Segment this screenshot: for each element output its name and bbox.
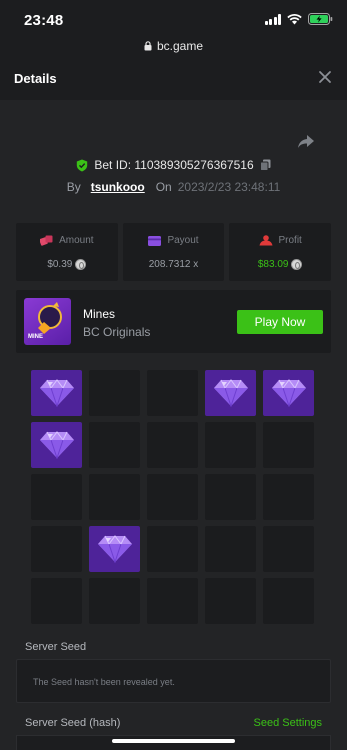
coin-icon	[75, 259, 87, 270]
mine-tile	[263, 526, 314, 572]
profit-card: Profit $83.09	[229, 223, 332, 281]
server-seed-hash-label: Server Seed (hash)	[25, 717, 121, 729]
mine-tile	[147, 526, 198, 572]
mine-tile	[31, 526, 82, 572]
chips-icon	[40, 235, 53, 246]
close-icon	[319, 71, 331, 83]
mine-tile	[147, 370, 198, 416]
seed-settings-link[interactable]: Seed Settings	[254, 717, 323, 729]
home-indicator[interactable]	[112, 739, 235, 743]
mine-tile-gem	[31, 370, 82, 416]
payout-label: Payout	[167, 235, 199, 246]
bet-date: 2023/2/23 23:48:11	[177, 180, 281, 194]
mine-tile	[89, 474, 140, 520]
verified-shield-icon	[77, 159, 88, 171]
lock-icon	[144, 41, 152, 51]
mine-tile	[147, 422, 198, 468]
mines-grid	[31, 370, 314, 624]
amount-label: Amount	[59, 235, 94, 246]
mine-tile	[89, 370, 140, 416]
gem-icon	[39, 379, 74, 407]
mine-tile	[263, 474, 314, 520]
url-domain: bc.game	[156, 39, 204, 53]
share-button[interactable]	[297, 134, 315, 150]
share-icon	[298, 135, 314, 148]
thumbnail-text: MINE	[28, 334, 43, 340]
profit-label: Profit	[278, 235, 302, 246]
server-seed-label: Server Seed	[25, 641, 87, 653]
mine-tile	[147, 474, 198, 520]
mine-tile	[263, 578, 314, 624]
wallet-icon	[148, 235, 162, 246]
mine-tile	[89, 422, 140, 468]
copy-icon[interactable]	[259, 159, 271, 171]
bet-stats: Amount $0.39 Payout 208.7312 x Profit $8…	[16, 223, 332, 281]
username-link[interactable]: tsunkooo	[91, 180, 145, 194]
game-provider: BC Originals	[83, 325, 151, 339]
mine-tile	[31, 578, 82, 624]
gem-icon	[271, 379, 306, 407]
bet-id-row: Bet ID: 110389305276367516	[0, 158, 347, 172]
profit-value: $83.09	[257, 259, 289, 270]
close-button[interactable]	[317, 69, 333, 85]
game-bar: MINE Mines BC Originals Play Now	[16, 290, 331, 353]
wifi-icon	[287, 13, 302, 25]
signal-icon	[264, 13, 281, 25]
mines-game-thumbnail[interactable]: MINE	[24, 298, 71, 345]
mine-tile	[31, 474, 82, 520]
by-label: By	[66, 180, 81, 194]
mine-tile	[205, 422, 256, 468]
details-header: Details	[0, 56, 347, 100]
mine-tile	[205, 474, 256, 520]
profit-icon	[259, 235, 272, 246]
amount-value: $0.39	[47, 259, 73, 270]
mine-tile-gem	[89, 526, 140, 572]
bet-id: Bet ID: 110389305276367516	[94, 158, 254, 172]
status-bar: 23:48	[0, 0, 347, 36]
mine-tile-gem	[205, 370, 256, 416]
bet-author-row: By tsunkooo On 2023/2/23 23:48:11	[0, 180, 347, 194]
payout-card: Payout 208.7312 x	[122, 223, 225, 281]
mine-tile	[89, 578, 140, 624]
page-title: Details	[14, 71, 57, 86]
on-label: On	[155, 180, 172, 194]
payout-value: 208.7312 x	[148, 259, 199, 270]
play-now-button[interactable]: Play Now	[237, 310, 323, 334]
mine-tile-gem	[263, 370, 314, 416]
mine-tile	[205, 578, 256, 624]
status-time: 23:48	[24, 12, 64, 29]
gem-icon	[213, 379, 248, 407]
amount-card: Amount $0.39	[16, 223, 118, 281]
gem-icon	[39, 431, 74, 459]
gem-icon	[97, 535, 132, 563]
coin-icon	[291, 259, 303, 270]
mine-tile	[263, 422, 314, 468]
server-seed-field: The Seed hasn't been revealed yet.	[16, 659, 331, 703]
url-bar[interactable]: bc.game	[0, 36, 347, 56]
mine-tile-gem	[31, 422, 82, 468]
mine-tile	[205, 526, 256, 572]
game-name: Mines	[83, 307, 116, 321]
battery-icon	[308, 13, 333, 25]
status-icons	[264, 13, 334, 25]
mine-tile	[147, 578, 198, 624]
